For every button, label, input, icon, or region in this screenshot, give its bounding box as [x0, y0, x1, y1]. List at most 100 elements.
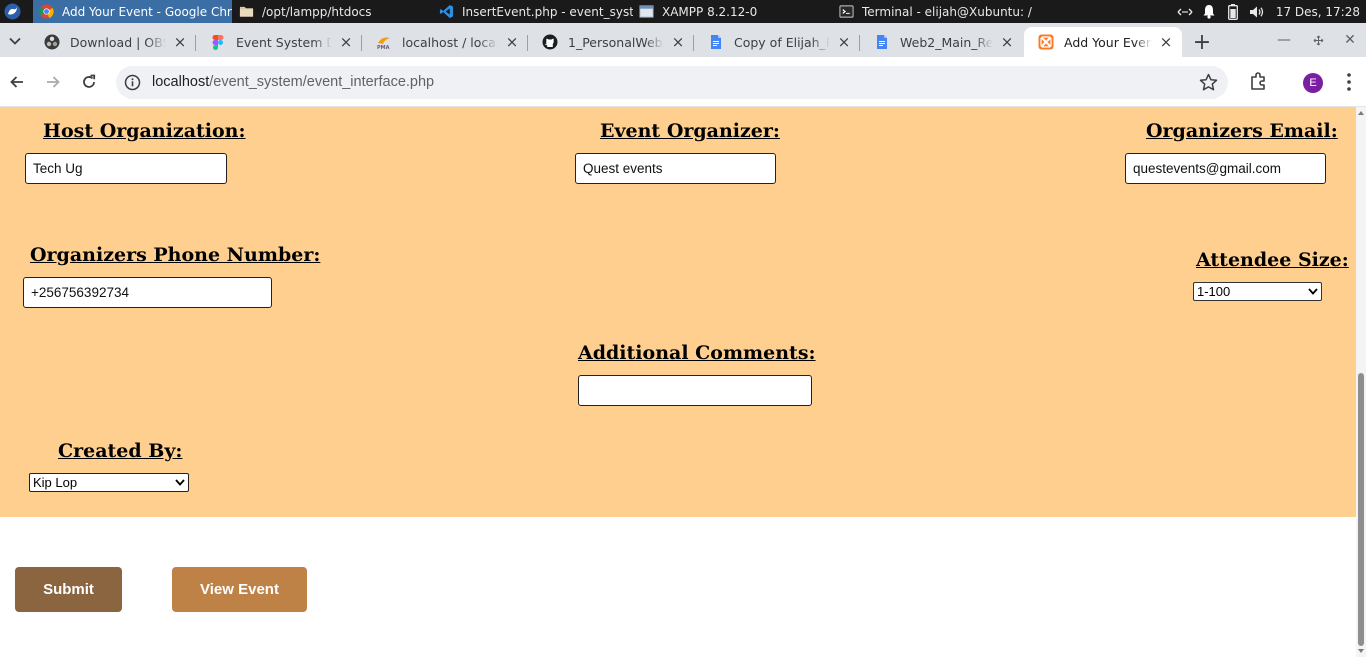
browser-toolbar: localhost/event_system/event_interface.p…: [0, 57, 1366, 107]
submit-button[interactable]: Submit: [15, 567, 122, 612]
tab-label: Add Your Event: [1064, 34, 1152, 50]
maximize-icon: [1313, 35, 1323, 45]
panel-clock[interactable]: 17 Des, 17:28: [1276, 5, 1360, 19]
taskbar-item-vscode[interactable]: InsertEvent.php - event_syst...: [433, 0, 633, 23]
created-by-select[interactable]: Kip Lop: [29, 473, 189, 492]
tab-label: Download | OBS: [70, 34, 166, 50]
page-viewport: Host Organization: Event Organizer: Orga…: [0, 107, 1356, 657]
close-tab-icon[interactable]: ×: [172, 34, 188, 50]
minimize-window-button[interactable]: —: [1274, 31, 1294, 49]
arrow-left-icon: [10, 76, 23, 88]
taskbar-item-label: /opt/lampp/htdocs: [262, 4, 372, 19]
url-host: localhost: [152, 74, 210, 90]
reload-button[interactable]: [77, 70, 101, 94]
close-tab-icon[interactable]: ×: [670, 34, 686, 50]
tab-label: Web2_Main_Rep: [900, 34, 993, 50]
new-tab-button[interactable]: +: [1190, 31, 1214, 55]
scrollbar-thumb[interactable]: [1358, 373, 1364, 646]
more-menu-icon[interactable]: [1339, 70, 1359, 94]
created-by-label: Created By:: [58, 440, 183, 462]
taskbar-item-xampp[interactable]: XAMPP 8.2.12-0: [633, 0, 833, 23]
taskbar-item-label: Terminal - elijah@Xubuntu: /...: [862, 4, 1033, 19]
xfce-menu-icon[interactable]: [4, 3, 21, 20]
chevron-down-icon: [9, 37, 21, 45]
address-bar[interactable]: localhost/event_system/event_interface.p…: [116, 66, 1228, 99]
created-by-value: Kip Lop: [33, 475, 78, 490]
additional-comments-label: Additional Comments:: [578, 342, 816, 364]
event-organizer-input[interactable]: [575, 153, 776, 184]
site-info-icon[interactable]: [124, 74, 141, 91]
additional-comments-input[interactable]: [578, 375, 812, 406]
google-docs-icon: [711, 35, 721, 49]
close-tab-icon[interactable]: ×: [1158, 34, 1174, 50]
attendee-size-label: Attendee Size:: [1196, 249, 1349, 271]
browser-tab-github[interactable]: 1_PersonalWebs ×: [528, 27, 694, 57]
organizer-phone-input[interactable]: [23, 277, 272, 308]
taskbar-item-label: XAMPP 8.2.12-0: [662, 4, 758, 19]
organizer-email-label: Organizers Email:: [1146, 120, 1338, 142]
extensions-puzzle-icon[interactable]: [1248, 70, 1270, 92]
reload-icon: [83, 74, 96, 88]
system-tray: 17 Des, 17:28: [1170, 0, 1366, 23]
phpmyadmin-icon: PMA: [377, 37, 390, 50]
tab-label: localhost / localh: [402, 34, 498, 50]
back-button[interactable]: [5, 70, 29, 94]
chevron-down-icon: [1308, 288, 1318, 295]
url-text[interactable]: localhost/event_system/event_interface.p…: [152, 74, 434, 90]
event-form: Host Organization: Event Organizer: Orga…: [0, 107, 1356, 517]
taskbar-item-terminal[interactable]: Terminal - elijah@Xubuntu: /...: [833, 0, 1033, 23]
github-icon: [542, 34, 558, 50]
browser-tab-doc-copy[interactable]: Copy of Elijah_Fi ×: [694, 27, 860, 57]
arrow-right-icon: [47, 76, 60, 88]
volume-icon[interactable]: [1248, 3, 1266, 21]
chevron-down-icon: [175, 479, 185, 486]
figma-icon: [212, 35, 224, 50]
folder-icon: [239, 6, 254, 17]
host-organization-label: Host Organization:: [43, 120, 246, 142]
browser-tab-obs[interactable]: Download | OBS ×: [30, 27, 196, 57]
view-event-button[interactable]: View Event: [172, 567, 307, 612]
close-tab-icon[interactable]: ×: [999, 34, 1015, 50]
taskbar-item-chrome[interactable]: Add Your Event - Google Chr...: [33, 0, 232, 23]
close-tab-icon[interactable]: ×: [836, 34, 852, 50]
taskbar-item-label: Add Your Event - Google Chr...: [62, 4, 232, 19]
browser-tab-strip: Download | OBS × Event System De × PMA l…: [0, 23, 1366, 57]
browser-tab-add-event[interactable]: Add Your Event ×: [1024, 27, 1182, 57]
network-icon[interactable]: [1176, 3, 1194, 21]
obs-icon: [44, 34, 60, 50]
maximize-window-button[interactable]: [1308, 31, 1328, 49]
chrome-icon: [39, 4, 54, 19]
profile-avatar[interactable]: E: [1303, 73, 1323, 93]
host-organization-input[interactable]: [25, 153, 227, 184]
close-tab-icon[interactable]: ×: [504, 34, 520, 50]
tab-label: Copy of Elijah_Fi: [734, 34, 830, 50]
browser-tab-phpmyadmin[interactable]: PMA localhost / localh ×: [362, 27, 528, 57]
url-path: /event_system/event_interface.php: [209, 74, 435, 90]
taskbar-item-files[interactable]: /opt/lampp/htdocs: [233, 0, 428, 23]
tab-search-button[interactable]: [4, 30, 26, 52]
attendee-size-select[interactable]: 1-100: [1193, 282, 1322, 301]
event-organizer-label: Event Organizer:: [600, 120, 780, 142]
browser-tab-doc-web2[interactable]: Web2_Main_Rep ×: [860, 27, 1023, 57]
close-window-button[interactable]: ✕: [1340, 31, 1360, 49]
vscode-icon: [439, 4, 454, 19]
close-tab-icon[interactable]: ×: [338, 34, 354, 50]
tab-label: Event System De: [236, 34, 332, 50]
page-scrollbar[interactable]: [1356, 107, 1366, 657]
notification-bell-icon[interactable]: [1200, 3, 1218, 21]
browser-tab-figma[interactable]: Event System De ×: [196, 27, 362, 57]
scroll-down-arrow-icon[interactable]: [1357, 647, 1365, 655]
forward-button[interactable]: [41, 70, 65, 94]
svg-text:PMA: PMA: [377, 45, 390, 50]
battery-icon[interactable]: [1224, 3, 1242, 21]
scroll-up-arrow-icon[interactable]: [1357, 109, 1365, 117]
google-docs-icon: [877, 35, 887, 49]
terminal-icon: [839, 5, 854, 18]
taskbar-item-label: InsertEvent.php - event_syst...: [462, 4, 633, 19]
tab-label: 1_PersonalWebs: [568, 34, 664, 50]
bookmark-star-icon[interactable]: [1199, 73, 1218, 92]
system-panel: Add Your Event - Google Chr... /opt/lamp…: [0, 0, 1366, 23]
organizer-phone-label: Organizers Phone Number:: [30, 244, 321, 266]
organizer-email-input[interactable]: [1125, 153, 1326, 184]
xampp-icon: [1038, 34, 1054, 50]
